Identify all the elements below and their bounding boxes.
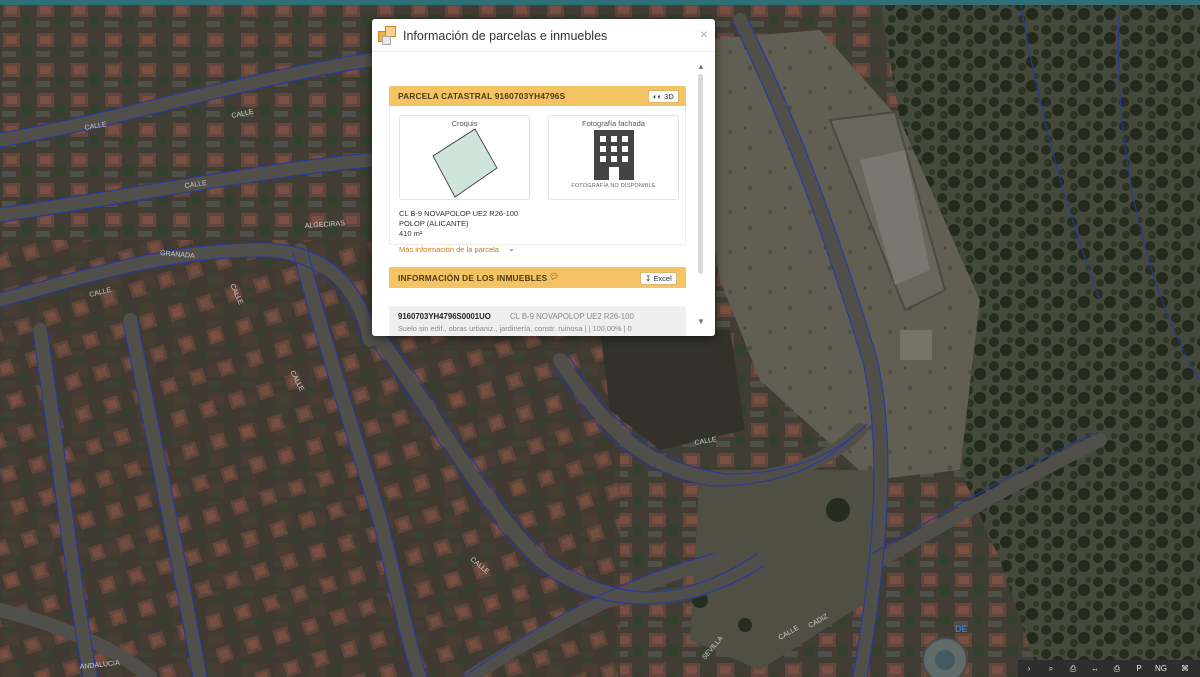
- parcel-info-dialog: Información de parcelas e inmuebles × ▲ …: [372, 19, 715, 336]
- measure-icon[interactable]: ↔: [1084, 660, 1106, 677]
- properties-title: INFORMACIÓN DE LOS INMUEBLES: [398, 273, 548, 283]
- parcel-sketch: [432, 128, 498, 198]
- app-top-bar: [0, 0, 1200, 5]
- scrollbar[interactable]: [698, 74, 703, 274]
- dialog-header: Información de parcelas e inmuebles ×: [372, 19, 715, 52]
- parcel-title: PARCELA CATASTRAL 9160703YH4796S: [398, 91, 566, 101]
- view-3d-label: 3D: [664, 92, 674, 101]
- image-export-icon[interactable]: NG: [1150, 660, 1172, 677]
- scroll-down-arrow-icon[interactable]: ▼: [697, 317, 705, 326]
- pdf-icon[interactable]: P: [1128, 660, 1150, 677]
- close-icon[interactable]: ×: [700, 27, 708, 41]
- photo-unavailable-text: FOTOGRAFÍA NO DISPONIBLE: [571, 183, 656, 189]
- property-description: Suelo sin edif., obras urbaniz., jardine…: [398, 324, 632, 333]
- property-row[interactable]: 9160703YH4796S0001UO CL B-9 NOVAPOLOP UE…: [389, 306, 686, 336]
- croquis-panel[interactable]: Croquis: [399, 115, 530, 200]
- building-icon: [594, 130, 634, 180]
- parcel-address-line2: POLOP (ALICANTE): [399, 219, 469, 228]
- settings-icon[interactable]: ⌘: [1174, 660, 1196, 677]
- comment-icon[interactable]: 💬︎: [549, 272, 559, 281]
- property-address: CL B-9 NOVAPOLOP UE2 R26-100: [510, 312, 634, 321]
- facade-photo-panel[interactable]: Fotografía fachada FOTOGRAFÍA NO DISPONI…: [548, 115, 679, 200]
- property-reference: 9160703YH4796S0001UO: [398, 312, 491, 321]
- map-toolbar: › ⌕ ⎙ ↔ ⎙ P NG ⌘: [1018, 660, 1200, 677]
- view-3d-button[interactable]: ◐◐ 3D: [648, 90, 679, 103]
- cadastre-logo-icon: [378, 26, 398, 46]
- parcel-address-line1: CL B-9 NOVAPOLOP UE2 R26-100: [399, 209, 519, 218]
- layers-icon[interactable]: ⎙: [1062, 660, 1084, 677]
- excel-export-button[interactable]: ↧ Excel: [640, 272, 677, 285]
- properties-section-header: INFORMACIÓN DE LOS INMUEBLES 💬︎ ↧ Excel: [389, 267, 686, 288]
- 3d-glasses-icon: ◐◐: [653, 92, 663, 101]
- parcel-section-header: PARCELA CATASTRAL 9160703YH4796S ◐◐ 3D: [389, 86, 686, 106]
- facade-photo-title: Fotografía fachada: [582, 119, 645, 128]
- more-parcel-info-link[interactable]: Más información de la parcela: [399, 245, 499, 254]
- dialog-title: Información de parcelas e inmuebles: [403, 29, 608, 43]
- expand-toolbar-icon[interactable]: ›: [1018, 660, 1040, 677]
- parcel-area: 410 m²: [399, 229, 423, 238]
- chevron-down-icon[interactable]: ⌄: [508, 244, 515, 253]
- parcel-section-content: Croquis Fotografía fachada FOTOGRAFÍA NO…: [389, 106, 686, 254]
- dialog-body: ▲ ▼ PARCELA CATASTRAL 9160703YH4796S ◐◐ …: [372, 53, 715, 336]
- search-icon[interactable]: ⌕: [1040, 660, 1062, 677]
- download-icon: ↧: [645, 274, 652, 283]
- scroll-up-arrow-icon[interactable]: ▲: [697, 62, 705, 71]
- print-icon[interactable]: ⎙: [1106, 660, 1128, 677]
- excel-label: Excel: [653, 274, 672, 283]
